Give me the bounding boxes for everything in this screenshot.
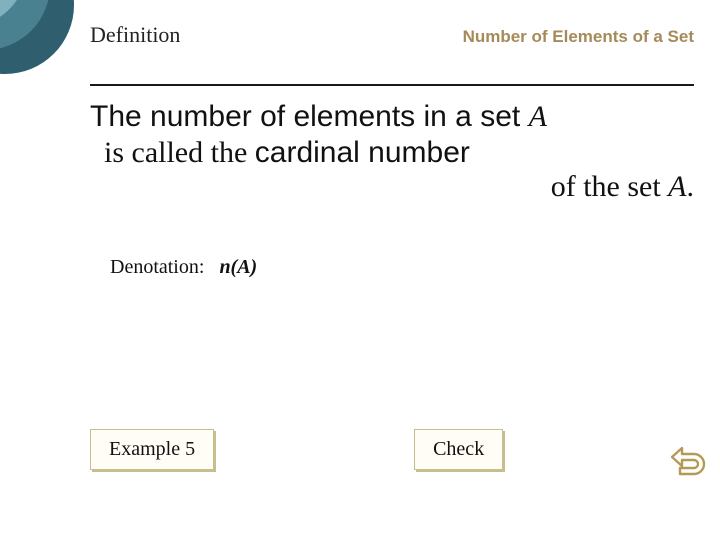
button-row: Example 5 Check	[90, 429, 694, 470]
definition-line-2-lead: is called the	[104, 136, 255, 169]
definition-line-3-prefix: of the set	[551, 170, 668, 203]
definition-line-1-text: The number of elements in a set	[90, 100, 529, 133]
denotation-label: Denotation:	[110, 256, 204, 278]
corner-ornament	[0, 0, 80, 80]
definition-line-1: The number of elements in a set A	[90, 100, 694, 134]
definition-line-3-suffix: .	[687, 170, 695, 203]
return-icon[interactable]	[670, 446, 708, 476]
set-variable-a-2: A	[668, 170, 686, 203]
definition-line-2: is called the cardinal number	[104, 136, 694, 170]
cardinal-number-term: cardinal number	[255, 136, 470, 169]
header-divider	[90, 84, 694, 86]
check-button[interactable]: Check	[414, 429, 503, 470]
denotation-value: n(A)	[219, 256, 257, 278]
set-variable-a: A	[529, 100, 547, 133]
definition-label: Definition	[90, 22, 180, 48]
definition-body: The number of elements in a set A is cal…	[90, 100, 694, 204]
topic-title: Number of Elements of a Set	[463, 27, 694, 47]
example-button[interactable]: Example 5	[90, 429, 214, 470]
denotation-row: Denotation: n(A)	[110, 256, 257, 279]
slide-header: Definition Number of Elements of a Set	[90, 22, 694, 48]
definition-line-3: of the set A.	[90, 170, 694, 204]
